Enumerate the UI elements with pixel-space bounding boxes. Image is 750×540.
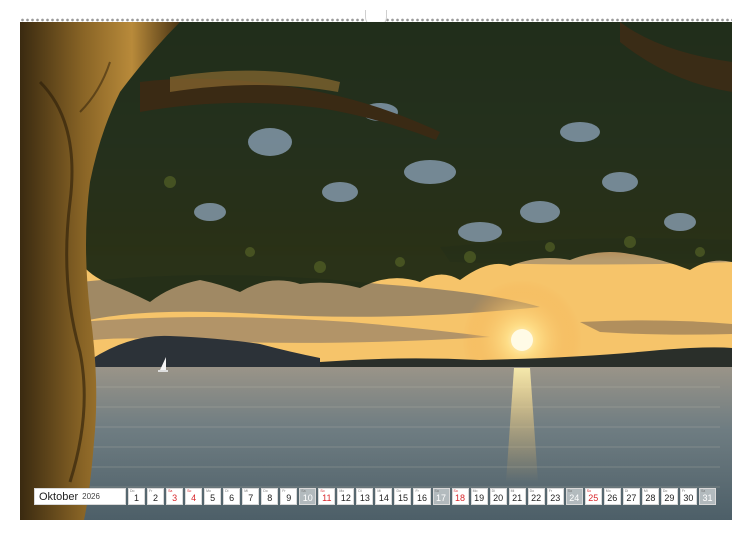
- day-cell: Di 27: [622, 488, 640, 505]
- day-number: 12: [340, 493, 351, 503]
- day-number: 27: [626, 493, 637, 503]
- day-number: 14: [378, 493, 389, 503]
- day-number: 2: [153, 493, 159, 503]
- landscape-photo: [20, 22, 732, 520]
- day-cell: Sa 10: [299, 488, 317, 505]
- day-number: 15: [397, 493, 408, 503]
- day-number: 9: [286, 493, 292, 503]
- day-cell: So 11: [318, 488, 336, 505]
- day-cell: Fr 16: [413, 488, 431, 505]
- day-number: 23: [550, 493, 561, 503]
- year-label: 2026: [82, 492, 100, 501]
- day-number: 10: [302, 493, 313, 503]
- day-number: 29: [664, 493, 675, 503]
- day-cell: Sa 3: [166, 488, 184, 505]
- day-cell: Do 29: [660, 488, 678, 505]
- day-number: 28: [645, 493, 656, 503]
- day-cell: Di 20: [489, 488, 507, 505]
- day-number: 6: [229, 493, 235, 503]
- day-cell: Di 6: [223, 488, 241, 505]
- day-number: 25: [588, 493, 599, 503]
- day-cell: Do 1: [128, 488, 146, 505]
- day-number: 3: [172, 493, 178, 503]
- calendar-strip: Oktober 2026 Do 1 Fr 2 Sa 3 So 4 Mo 5 Di 6 Mi 7 Do 8 Fr 9…: [34, 488, 716, 505]
- day-number: 4: [191, 493, 197, 503]
- day-cell: So 25: [584, 488, 602, 505]
- day-number: 24: [569, 493, 580, 503]
- day-number: 1: [134, 493, 140, 503]
- day-number: 20: [493, 493, 504, 503]
- day-cell: Do 8: [261, 488, 279, 505]
- day-number: 18: [455, 493, 466, 503]
- day-cell: So 4: [185, 488, 203, 505]
- day-number: 26: [607, 493, 618, 503]
- day-number: 13: [359, 493, 370, 503]
- day-cell: Mi 28: [641, 488, 659, 505]
- month-label-box: Oktober 2026: [34, 488, 126, 505]
- day-number: 5: [210, 493, 216, 503]
- day-number: 16: [416, 493, 427, 503]
- day-cell: Sa 31: [698, 488, 716, 505]
- day-number: 7: [248, 493, 254, 503]
- day-cell: Fr 23: [546, 488, 564, 505]
- day-cell: Sa 17: [432, 488, 450, 505]
- day-cell: Do 15: [394, 488, 412, 505]
- day-cell: Mi 21: [508, 488, 526, 505]
- day-number: 8: [267, 493, 273, 503]
- day-number: 30: [683, 493, 694, 503]
- sunset-lake-scene: [20, 22, 732, 520]
- day-cells: Do 1 Fr 2 Sa 3 So 4 Mo 5 Di 6 Mi 7 Do 8 Fr 9 Sa 10 So 11 Mo 12 D…: [128, 488, 716, 505]
- day-cell: Fr 30: [679, 488, 697, 505]
- day-number: 19: [474, 493, 485, 503]
- day-number: 17: [436, 493, 447, 503]
- day-cell: Mo 19: [470, 488, 488, 505]
- day-cell: Fr 2: [147, 488, 165, 505]
- day-number: 31: [702, 493, 713, 503]
- day-cell: Mi 14: [375, 488, 393, 505]
- day-cell: Di 13: [356, 488, 374, 505]
- day-number: 22: [531, 493, 542, 503]
- day-cell: Mo 5: [204, 488, 222, 505]
- day-cell: Mo 26: [603, 488, 621, 505]
- day-cell: So 18: [451, 488, 469, 505]
- day-cell: Fr 9: [280, 488, 298, 505]
- day-cell: Do 22: [527, 488, 545, 505]
- day-number: 11: [322, 493, 332, 503]
- day-cell: Mi 7: [242, 488, 260, 505]
- day-number: 21: [512, 493, 523, 503]
- day-cell: Sa 24: [565, 488, 583, 505]
- day-cell: Mo 12: [337, 488, 355, 505]
- month-name: Oktober: [39, 490, 79, 503]
